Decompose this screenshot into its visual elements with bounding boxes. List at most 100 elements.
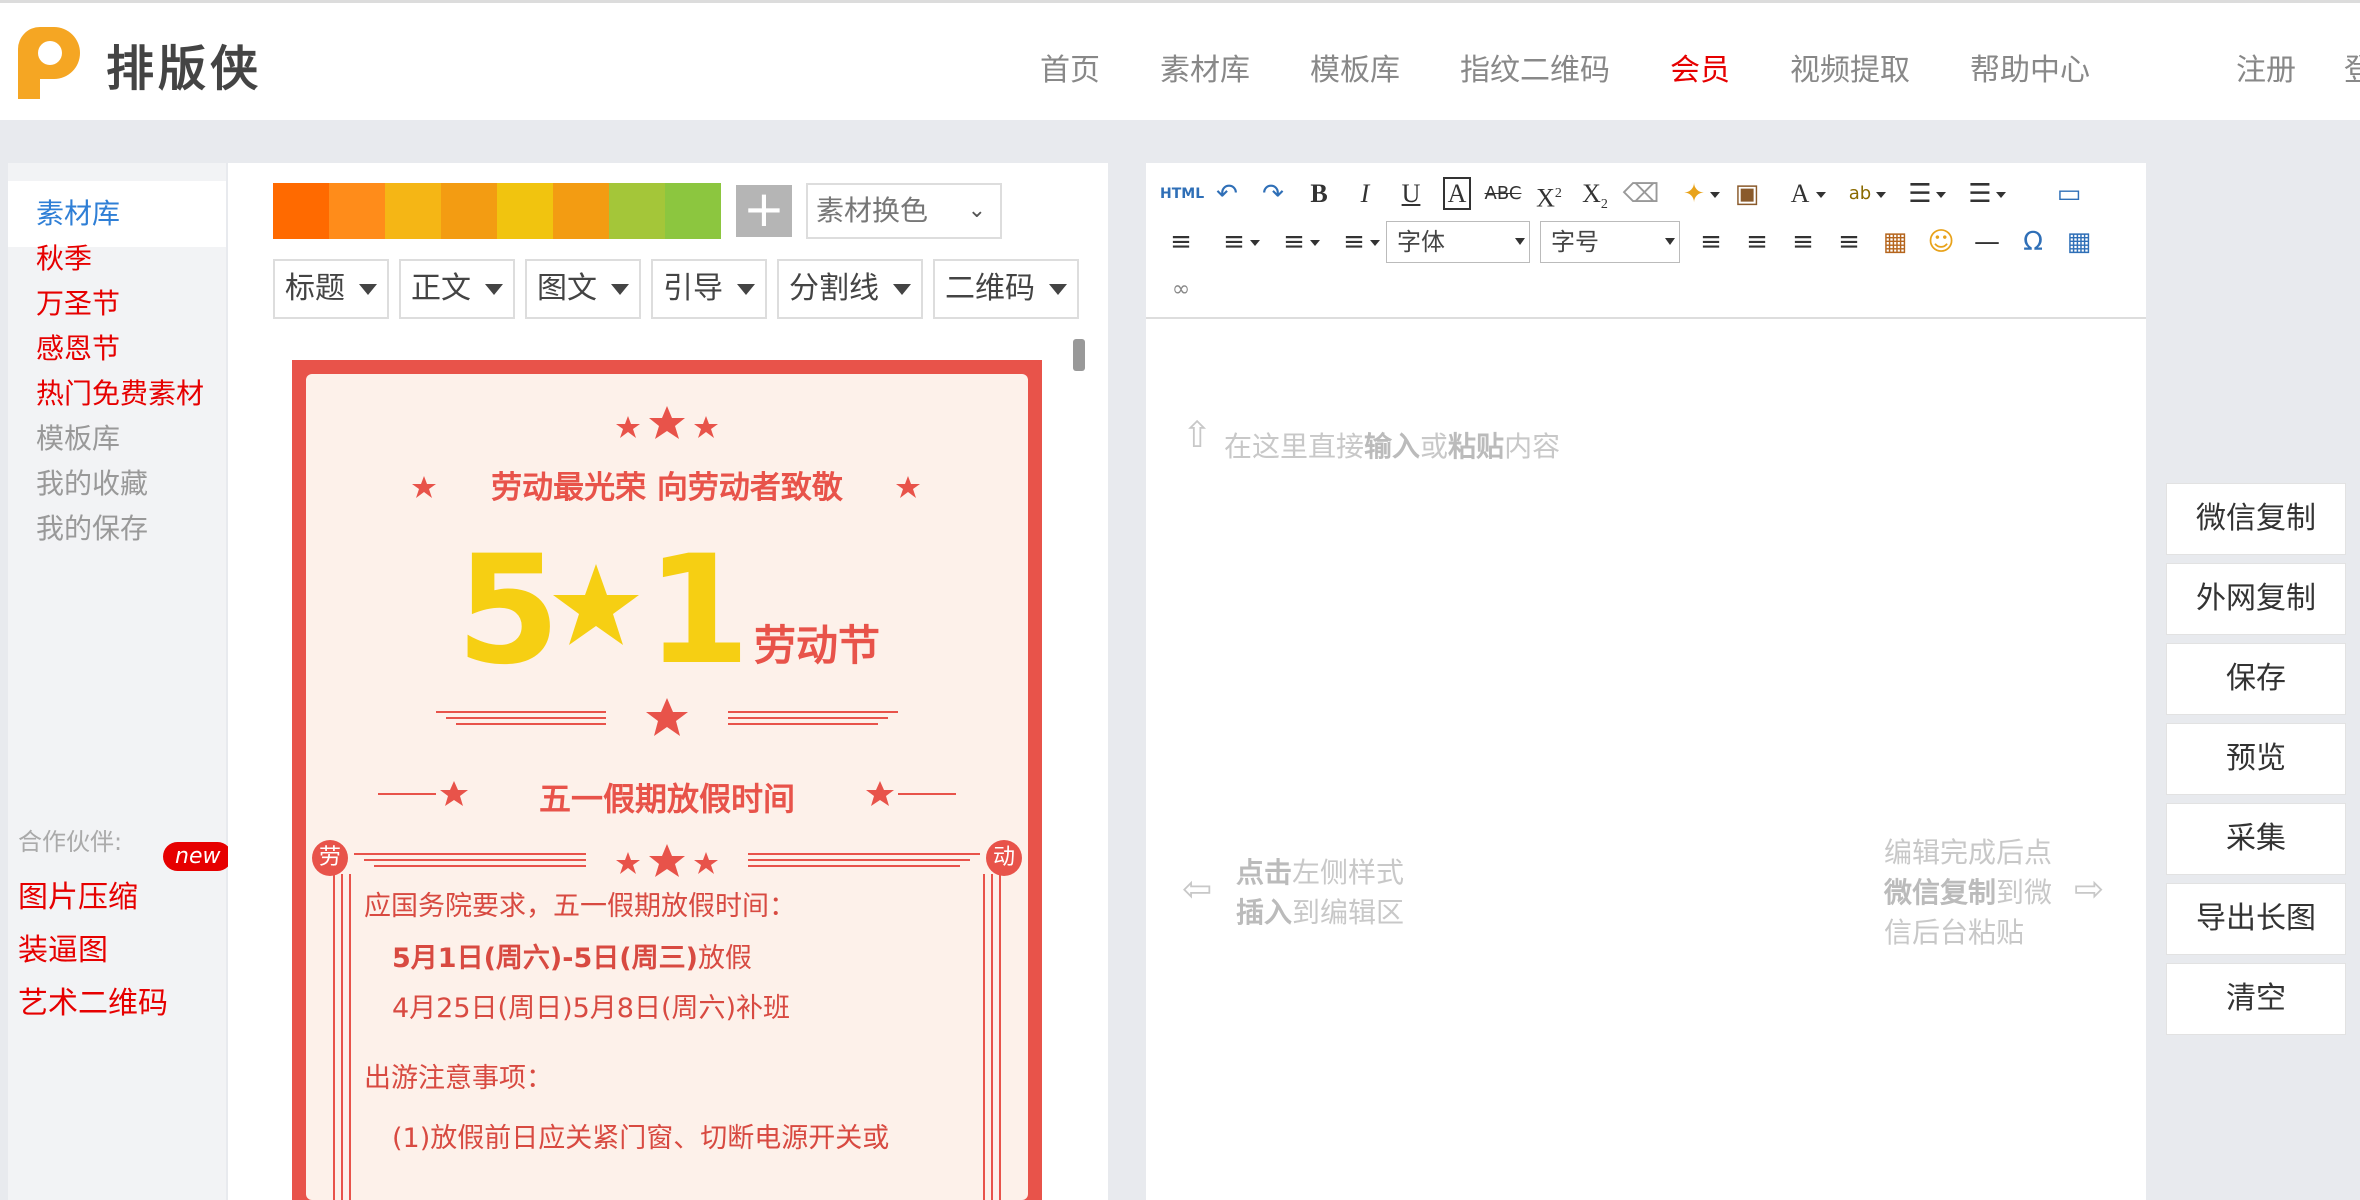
- sidebar-item-saved[interactable]: 我的保存: [8, 496, 226, 562]
- placeholder-bold: 输入: [1364, 430, 1421, 463]
- redo-icon[interactable]: ↷: [1252, 173, 1294, 215]
- undo-icon[interactable]: ↶: [1206, 173, 1248, 215]
- poster-badge-left: 劳: [312, 840, 348, 876]
- external-copy-button[interactable]: 外网复制: [2166, 563, 2346, 635]
- filter-label: 引导: [663, 271, 723, 306]
- image-icon[interactable]: ▦: [1874, 221, 1916, 263]
- font-size-select[interactable]: 字号: [1540, 221, 1680, 263]
- partner-label: 合作伙伴:: [18, 828, 123, 856]
- add-color-button[interactable]: +: [736, 184, 792, 237]
- nav-item-materials[interactable]: 素材库: [1160, 45, 1250, 89]
- indent-icon[interactable]: ≡: [1160, 221, 1202, 263]
- nav-item-help[interactable]: 帮助中心: [1970, 45, 2090, 89]
- ordered-list-icon[interactable]: ☰: [1892, 173, 1948, 215]
- table-icon[interactable]: ▦: [2058, 221, 2100, 263]
- nav-item-video-extract[interactable]: 视频提取: [1790, 45, 1910, 89]
- font-color-icon[interactable]: A: [1772, 173, 1828, 215]
- caret-down-icon: [893, 284, 911, 295]
- color-change-select[interactable]: 素材换色 ⌄: [806, 183, 1002, 239]
- special-char-icon[interactable]: Ω: [2012, 221, 2054, 263]
- poster-date-bold: 5月1日(周六)-5日(周三): [392, 943, 698, 974]
- scrollbar-thumb[interactable]: [1073, 339, 1085, 371]
- register-link[interactable]: 注册: [2236, 45, 2296, 89]
- paste-text-icon[interactable]: ▣: [1726, 173, 1768, 215]
- poster-festival: 劳动节: [754, 621, 881, 670]
- swatch[interactable]: [385, 183, 441, 239]
- line-height-icon[interactable]: ≡: [1326, 221, 1382, 263]
- align-left-icon[interactable]: ≡: [1690, 221, 1732, 263]
- logo[interactable]: 排版侠: [10, 25, 262, 103]
- paragraph-spacing-top-icon[interactable]: ≡: [1206, 221, 1262, 263]
- wechat-copy-button[interactable]: 微信复制: [2166, 483, 2346, 555]
- link-image-compress[interactable]: 图片压缩: [18, 872, 138, 916]
- swatch[interactable]: [329, 183, 385, 239]
- toolbar-row-2: ≡ ≡ ≡ ≡ 字体 字号 ≡ ≡ ≡ ≡ ▦ ☺ — Ω ▦: [1160, 221, 2104, 263]
- swatch[interactable]: [665, 183, 721, 239]
- placeholder-text: 在这里直接: [1224, 430, 1365, 463]
- bold-icon[interactable]: B: [1298, 173, 1340, 215]
- filter-guide[interactable]: 引导: [651, 259, 767, 319]
- swatch[interactable]: [553, 183, 609, 239]
- italic-icon[interactable]: I: [1344, 173, 1386, 215]
- nav-item-home[interactable]: 首页: [1040, 45, 1100, 89]
- underline-icon[interactable]: U: [1390, 173, 1432, 215]
- clear-button[interactable]: 清空: [2166, 963, 2346, 1035]
- swatch[interactable]: [441, 183, 497, 239]
- align-right-icon[interactable]: ≡: [1782, 221, 1824, 263]
- emoji-icon[interactable]: ☺: [1920, 221, 1962, 263]
- strikethrough-icon[interactable]: ABC: [1482, 173, 1524, 215]
- paragraph-spacing-bottom-icon[interactable]: ≡: [1266, 221, 1322, 263]
- swatch[interactable]: [273, 183, 329, 239]
- filter-label: 分割线: [789, 271, 879, 306]
- template-poster[interactable]: 劳动最光荣 向劳动者致敬 5 1 劳动节 五一假期放假时间 劳 动 应国务院要求…: [292, 360, 1042, 1200]
- swatch[interactable]: [609, 183, 665, 239]
- logo-mark-icon: [18, 27, 80, 99]
- editor-toolbar: HTML ↶ ↷ B I U A ABC X2 X2 ⌫ ✦ ▣ A ab ☰ …: [1146, 163, 2146, 319]
- link-meme-image[interactable]: 装逼图: [18, 925, 108, 969]
- font-family-select[interactable]: 字体: [1386, 221, 1530, 263]
- hint-bold: 插入: [1236, 896, 1293, 929]
- highlight-icon[interactable]: ab: [1832, 173, 1888, 215]
- subscript-icon[interactable]: X2: [1574, 173, 1616, 215]
- filter-body[interactable]: 正文: [399, 259, 515, 319]
- preview-button[interactable]: 预览: [2166, 723, 2346, 795]
- save-button[interactable]: 保存: [2166, 643, 2346, 715]
- magic-wand-icon[interactable]: ✦: [1666, 173, 1722, 215]
- toolbar-row-1: HTML ↶ ↷ B I U A ABC X2 X2 ⌫ ✦ ▣ A ab ☰ …: [1160, 173, 2094, 215]
- filter-qrcode[interactable]: 二维码: [933, 259, 1079, 319]
- export-long-image-button[interactable]: 导出长图: [2166, 883, 2346, 955]
- html-icon[interactable]: HTML: [1160, 173, 1204, 215]
- caret-down-icon: [359, 284, 377, 295]
- poster-line: 5月1日(周六)-5日(周三)放假: [392, 936, 752, 975]
- link-icon[interactable]: ∞: [1160, 269, 1202, 311]
- filter-bar: 标题 正文 图文 引导 分割线 二维码: [273, 259, 1089, 319]
- poster-line: 4月25日(周日)5月8日(周六)补班: [392, 993, 791, 1024]
- toolbar-row-3: ∞: [1160, 269, 1206, 311]
- nav-item-member[interactable]: 会员: [1670, 45, 1730, 89]
- poster-line: (1)放假前日应关紧门窗、切断电源开关或: [392, 1123, 890, 1154]
- login-link[interactable]: 登: [2344, 45, 2360, 89]
- poster-line: 出游注意事项：: [364, 1063, 553, 1094]
- filter-divider[interactable]: 分割线: [777, 259, 923, 319]
- filter-title[interactable]: 标题: [273, 259, 389, 319]
- poster-badge-right: 动: [986, 840, 1022, 876]
- superscript-icon[interactable]: X2: [1528, 173, 1570, 215]
- filter-image-text[interactable]: 图文: [525, 259, 641, 319]
- collect-button[interactable]: 采集: [2166, 803, 2346, 875]
- left-sidebar: 素材库 秋季 万圣节 感恩节 热门免费素材 模板库 我的收藏 我的保存: [8, 163, 226, 1200]
- hint-text: 左侧样式: [1292, 856, 1405, 889]
- nav-item-templates[interactable]: 模板库: [1310, 45, 1400, 89]
- nav-item-fingerprint-qr[interactable]: 指纹二维码: [1460, 45, 1610, 89]
- editor-placeholder[interactable]: 在这里直接输入或粘贴内容: [1224, 425, 1560, 465]
- link-art-qrcode[interactable]: 艺术二维码: [18, 978, 168, 1022]
- filter-label: 正文: [411, 271, 471, 306]
- swatch[interactable]: [497, 183, 553, 239]
- unordered-list-icon[interactable]: ☰: [1952, 173, 2008, 215]
- align-center-icon[interactable]: ≡: [1736, 221, 1778, 263]
- align-justify-icon[interactable]: ≡: [1828, 221, 1870, 263]
- font-border-icon[interactable]: A: [1436, 173, 1478, 215]
- horizontal-rule-icon[interactable]: —: [1966, 221, 2008, 263]
- eraser-icon[interactable]: ⌫: [1620, 173, 1662, 215]
- fullscreen-icon[interactable]: ▭: [2048, 173, 2090, 215]
- placeholder-text: 或: [1420, 430, 1449, 463]
